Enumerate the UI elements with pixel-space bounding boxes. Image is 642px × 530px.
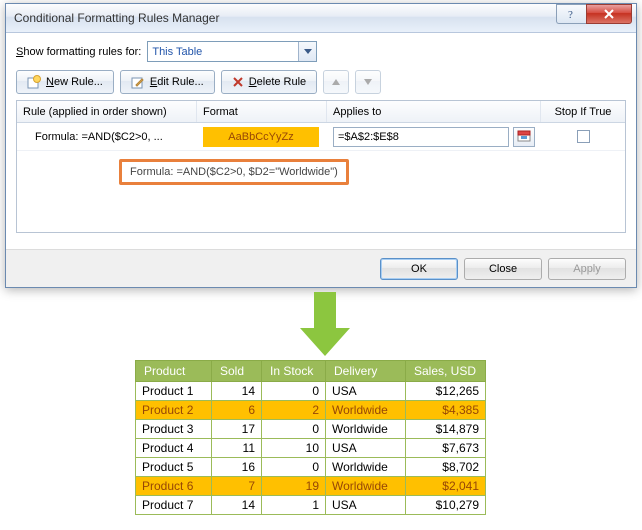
table-header: In Stock: [262, 361, 326, 382]
new-rule-button[interactable]: New Rule...: [16, 70, 114, 94]
table-cell: Product 2: [136, 401, 212, 420]
table-cell: Product 5: [136, 458, 212, 477]
table-cell: 0: [262, 420, 326, 439]
table-cell: Worldwide: [326, 458, 406, 477]
table-cell: 1: [262, 496, 326, 515]
table-cell: $10,279: [406, 496, 486, 515]
col-header-stop: Stop If True: [541, 101, 625, 122]
table-cell: Product 3: [136, 420, 212, 439]
table-row: Product 5160Worldwide$8,702: [136, 458, 486, 477]
table-row: Product 1140USA$12,265: [136, 382, 486, 401]
chevron-up-icon: [331, 78, 341, 86]
formula-tooltip: Formula: =AND($C2>0, $D2="Worldwide"): [119, 159, 349, 185]
table-cell: Worldwide: [326, 477, 406, 496]
table-cell: 0: [262, 382, 326, 401]
cf-rules-dialog: Conditional Formatting Rules Manager ? S…: [5, 3, 637, 288]
range-selector-button[interactable]: [513, 127, 535, 147]
table-header: Sales, USD: [406, 361, 486, 382]
delete-icon: [232, 76, 244, 88]
table-header: Product: [136, 361, 212, 382]
titlebar[interactable]: Conditional Formatting Rules Manager ?: [6, 4, 636, 33]
table-cell: Product 6: [136, 477, 212, 496]
edit-rule-icon: [131, 75, 145, 89]
table-cell: 11: [212, 439, 262, 458]
show-rules-label: Show formatting rules for:: [16, 46, 141, 58]
table-cell: 7: [212, 477, 262, 496]
table-cell: 17: [212, 420, 262, 439]
table-row: Product 3170Worldwide$14,879: [136, 420, 486, 439]
apply-button[interactable]: Apply: [548, 258, 626, 280]
help-button[interactable]: ?: [556, 4, 586, 24]
show-rules-select[interactable]: [147, 41, 317, 62]
table-cell: 0: [262, 458, 326, 477]
show-rules-value[interactable]: [147, 41, 317, 62]
ok-button[interactable]: OK: [380, 258, 458, 280]
chevron-down-icon: [363, 78, 373, 86]
dropdown-icon[interactable]: [298, 42, 316, 61]
table-cell: 6: [212, 401, 262, 420]
table-cell: USA: [326, 382, 406, 401]
table-cell: 2: [262, 401, 326, 420]
edit-rule-button[interactable]: Edit Rule...: [120, 70, 215, 94]
col-header-format: Format: [197, 101, 327, 122]
table-cell: USA: [326, 439, 406, 458]
table-cell: $14,879: [406, 420, 486, 439]
table-cell: $12,265: [406, 382, 486, 401]
svg-text:?: ?: [568, 9, 573, 20]
help-icon: ?: [566, 8, 578, 20]
table-cell: Product 4: [136, 439, 212, 458]
table-cell: Product 7: [136, 496, 212, 515]
table-cell: $7,673: [406, 439, 486, 458]
table-cell: Worldwide: [326, 401, 406, 420]
new-rule-icon: [27, 75, 41, 89]
table-cell: Worldwide: [326, 420, 406, 439]
table-header: Delivery: [326, 361, 406, 382]
table-row: Product 41110USA$7,673: [136, 439, 486, 458]
move-down-button[interactable]: [355, 70, 381, 94]
table-cell: 10: [262, 439, 326, 458]
format-preview: AaBbCcYyZz: [203, 127, 319, 147]
close-window-button[interactable]: [586, 4, 632, 24]
table-cell: $8,702: [406, 458, 486, 477]
table-cell: 19: [262, 477, 326, 496]
table-cell: USA: [326, 496, 406, 515]
range-icon: [517, 130, 531, 144]
table-cell: 16: [212, 458, 262, 477]
table-cell: Product 1: [136, 382, 212, 401]
table-header: Sold: [212, 361, 262, 382]
close-button[interactable]: Close: [464, 258, 542, 280]
table-cell: $4,385: [406, 401, 486, 420]
move-up-button[interactable]: [323, 70, 349, 94]
col-header-rule: Rule (applied in order shown): [17, 101, 197, 122]
rule-formula: Formula: =AND($C2>0, ...: [17, 123, 197, 150]
applies-to-input[interactable]: [333, 127, 509, 147]
close-icon: [603, 8, 615, 20]
rule-row[interactable]: Formula: =AND($C2>0, ... AaBbCcYyZz: [17, 123, 625, 151]
table-cell: 14: [212, 382, 262, 401]
result-table: ProductSoldIn StockDeliverySales, USD Pr…: [135, 360, 486, 515]
table-row: Product 262Worldwide$4,385: [136, 401, 486, 420]
arrow-down-icon: [300, 292, 350, 356]
dialog-title: Conditional Formatting Rules Manager: [14, 11, 556, 25]
table-cell: 14: [212, 496, 262, 515]
table-row: Product 6719Worldwide$2,041: [136, 477, 486, 496]
col-header-applies: Applies to: [327, 101, 541, 122]
stop-if-true-checkbox[interactable]: [577, 130, 590, 143]
table-cell: $2,041: [406, 477, 486, 496]
delete-rule-button[interactable]: Delete Rule: [221, 70, 318, 94]
table-row: Product 7141USA$10,279: [136, 496, 486, 515]
